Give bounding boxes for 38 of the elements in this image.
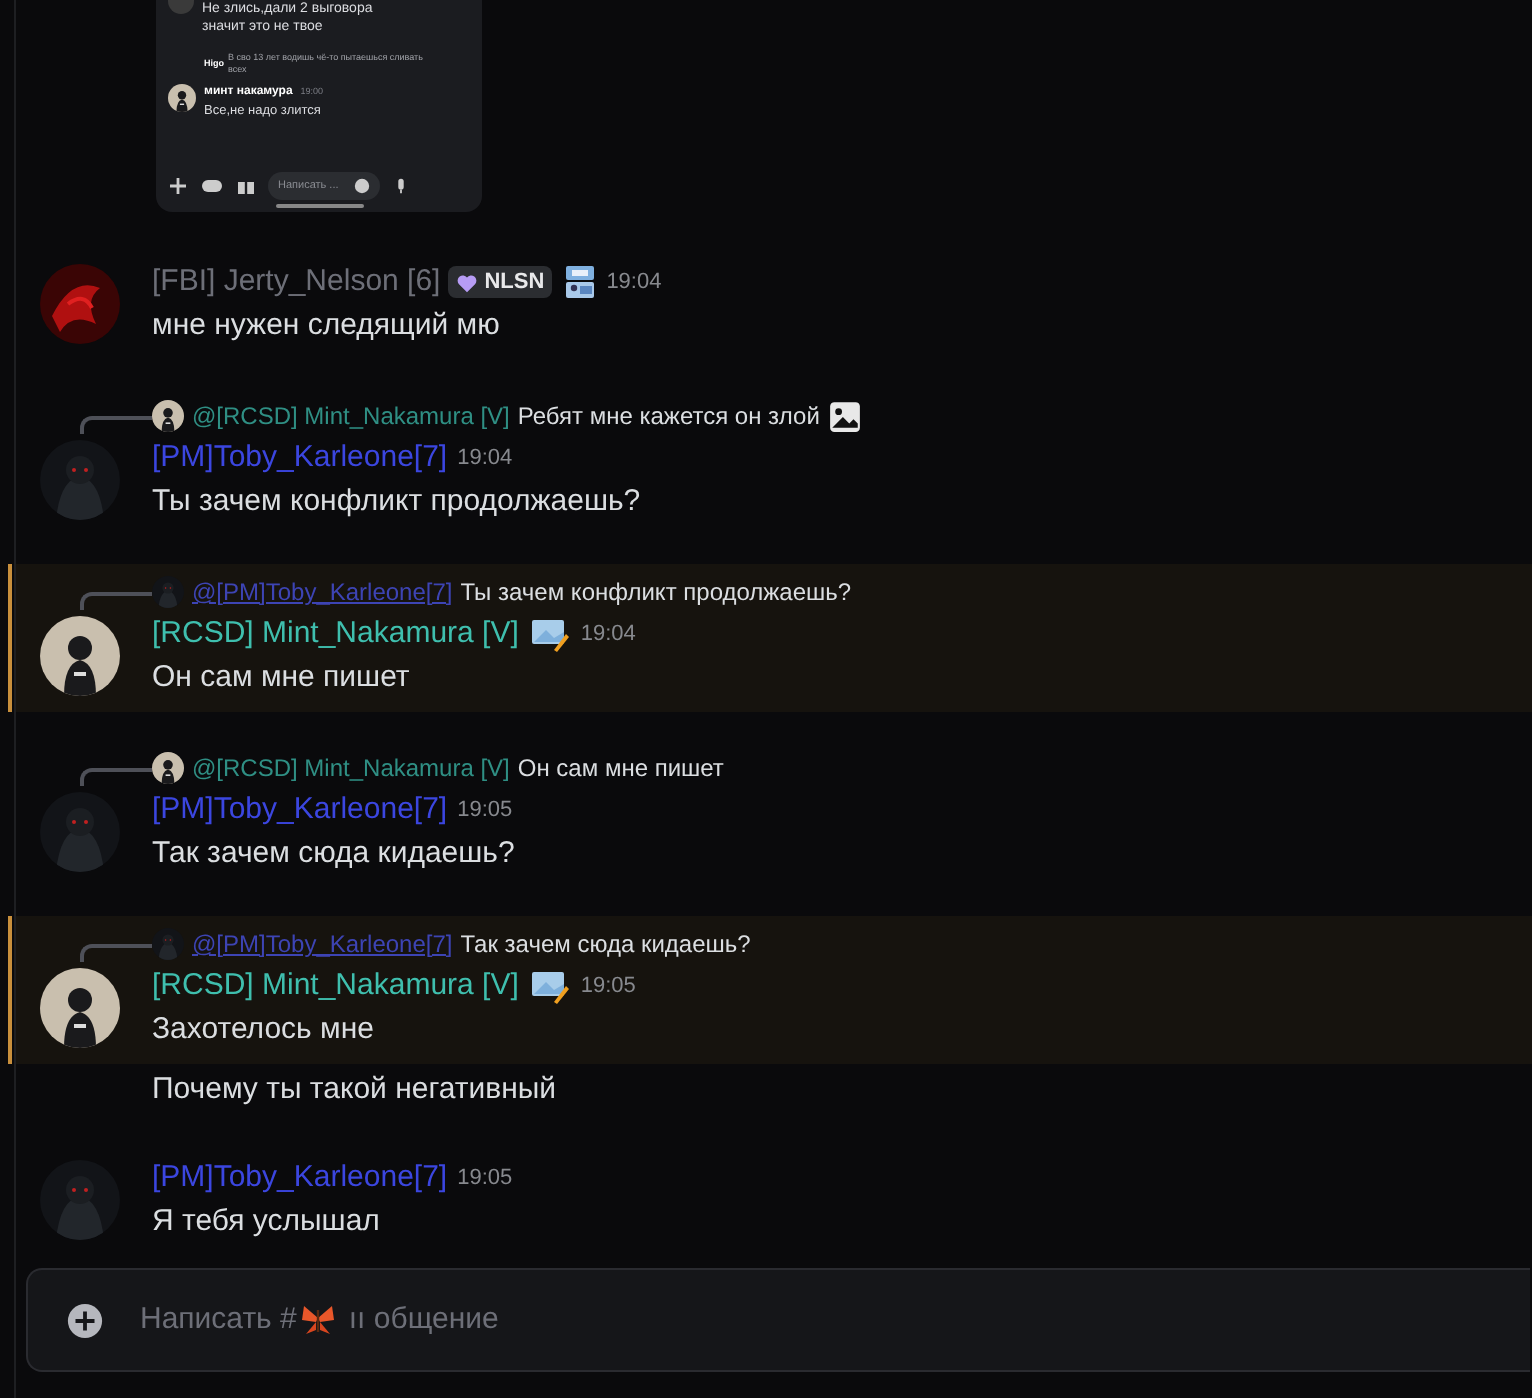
timestamp: 19:05 [457, 1163, 513, 1194]
author-name[interactable]: [PM]Toby_Karleone[7] [152, 1155, 448, 1201]
timestamp: 19:04 [580, 619, 636, 650]
reply-connector [80, 416, 152, 434]
author-name[interactable]: [PM]Toby_Karleone[7] [152, 787, 448, 833]
butterfly-icon [300, 1302, 337, 1338]
reply-author[interactable]: @[RCSD] Mint_Nakamura [V] [192, 398, 510, 434]
message-input-field[interactable]: Написать # ıı общение [26, 1268, 1530, 1372]
reply-text[interactable]: Так зачем сюда кидаешь? [460, 926, 751, 962]
author-name[interactable]: [RCSD] Mint_Nakamura [V] [152, 963, 519, 1009]
reply-connector [80, 944, 152, 962]
author-name[interactable]: [RCSD] Mint_Nakamura [V] [152, 611, 519, 657]
reply-text[interactable]: Ребят мне кажется он злой [517, 398, 820, 434]
tag-text: NLSN [484, 267, 545, 298]
timestamp: 19:05 [580, 971, 636, 1002]
message-text: Ты зачем конфликт продолжаешь? [152, 482, 641, 522]
add-icon[interactable] [66, 1301, 104, 1339]
message-text: Он сам мне пишет [152, 658, 412, 698]
channel-name: ıı общение [348, 1299, 499, 1340]
reply-text[interactable]: Ты зачем конфликт продолжаешь? [460, 574, 852, 610]
reply-author[interactable]: @[RCSD] Mint_Nakamura [V] [192, 750, 510, 786]
author-name[interactable]: [FBI] Jerty_Nelson [6] [152, 259, 441, 305]
timestamp: 19:05 [457, 795, 513, 826]
reply-connector [80, 592, 152, 610]
reply-connector [80, 768, 152, 786]
placeholder-text: Написать # [140, 1299, 297, 1340]
message-text: Захотелось мне [152, 1010, 376, 1050]
timestamp: 19:04 [606, 267, 662, 298]
heart-icon [456, 271, 479, 293]
timestamp: 19:04 [457, 443, 513, 474]
reply-text[interactable]: Он сам мне пишет [517, 750, 724, 786]
message-text: Я тебя услышал [152, 1202, 382, 1242]
message-text: Почему ты такой негативный [152, 1070, 557, 1110]
author-name[interactable]: [PM]Toby_Karleone[7] [152, 435, 448, 481]
message-text: мне нужен следящий мю [152, 306, 502, 346]
emoji-icon[interactable] [354, 178, 371, 194]
message-text: Так зачем сюда кидаешь? [152, 834, 515, 874]
add-icon[interactable] [168, 176, 188, 196]
